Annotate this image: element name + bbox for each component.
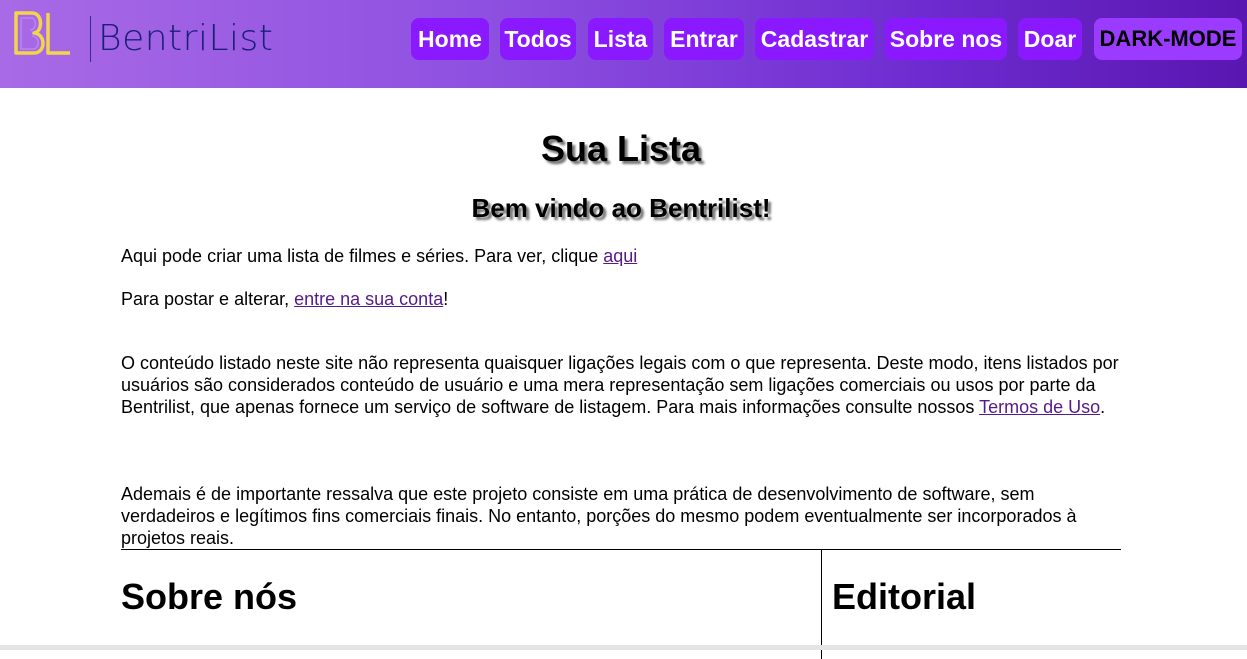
nav-home-button[interactable]: Home [411, 18, 489, 60]
logo-divider [90, 16, 91, 62]
project-note-paragraph: Ademais é de importante ressalva que est… [121, 484, 1077, 548]
column-divider [821, 549, 822, 659]
intro-paragraph: Aqui pode criar uma lista de filmes e sé… [121, 245, 1121, 267]
section-divider [121, 549, 1121, 550]
editorial-heading: Editorial [832, 576, 977, 617]
nav-lista-button[interactable]: Lista [588, 18, 653, 60]
about-heading: Sobre nós [121, 576, 298, 617]
nav-cadastrar-button[interactable]: Cadastrar [755, 18, 874, 60]
top-navigation-bar: BentriList Home Todos Lista Entrar Cadas… [0, 0, 1247, 88]
horizontal-scrollbar[interactable] [0, 645, 1247, 650]
login-text: Para postar e alterar, [121, 289, 295, 309]
disclaimer-text: O conteúdo listado neste site não repres… [121, 353, 1119, 417]
terms-of-use-link[interactable]: Termos de Uso [979, 397, 1100, 417]
logo-icon[interactable] [12, 9, 74, 57]
disclaimer-paragraph: O conteúdo listado neste site não repres… [121, 352, 1121, 418]
intro-text: Aqui pode criar uma lista de filmes e sé… [121, 246, 604, 266]
login-paragraph: Para postar e alterar, entre na sua cont… [121, 288, 1121, 310]
login-text-end: ! [443, 289, 449, 309]
nav-todos-button[interactable]: Todos [500, 18, 576, 60]
view-list-link[interactable]: aqui [603, 246, 637, 266]
welcome-subtitle: Bem vindo ao Bentrilist! [471, 193, 771, 223]
nav-sobre-nos-button[interactable]: Sobre nos [885, 18, 1007, 60]
nav-doar-button[interactable]: Doar [1018, 18, 1082, 60]
login-link[interactable]: entre na sua conta [294, 289, 443, 309]
dark-mode-toggle[interactable]: DARK-MODE [1094, 18, 1242, 60]
disclaimer-end: . [1100, 397, 1106, 417]
nav-entrar-button[interactable]: Entrar [664, 18, 744, 60]
page-title: Sua Lista [540, 128, 702, 169]
brand-name[interactable]: BentriList [98, 16, 273, 62]
